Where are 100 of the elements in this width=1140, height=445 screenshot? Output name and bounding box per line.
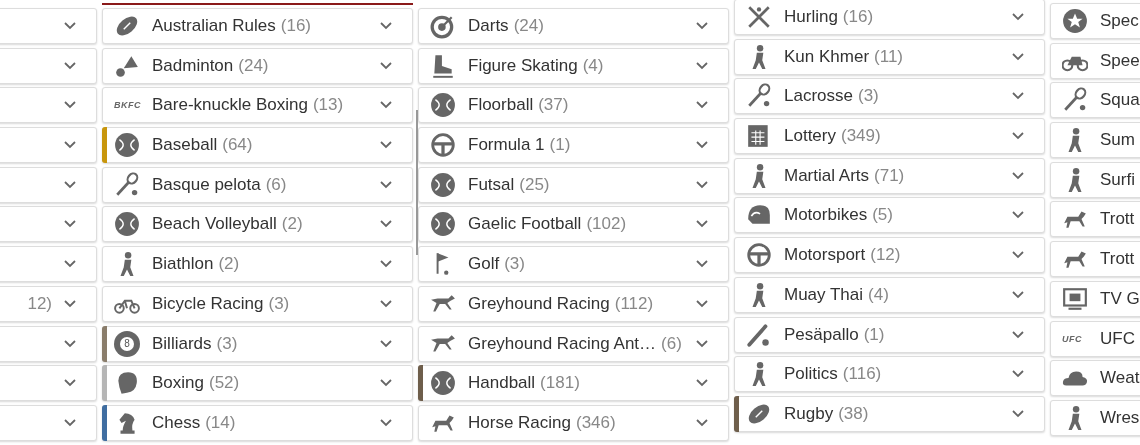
sport-row[interactable]: Futsal (25): [418, 166, 729, 203]
event-count: (3): [216, 333, 238, 354]
sport-row[interactable]: Pesäpallo (1): [734, 316, 1045, 353]
sport-name: Spec: [1100, 11, 1139, 31]
sport-row[interactable]: Formula 1 (1): [418, 127, 729, 164]
sport-name: Golf: [468, 254, 500, 275]
sport-name: Motorsport: [784, 245, 866, 266]
sport-name: Hurling: [784, 7, 838, 27]
sport-name: Muay Thai: [784, 284, 864, 305]
sport-row[interactable]: Weat: [1050, 360, 1140, 397]
sport-name: Biathlon: [152, 254, 214, 275]
sport-row[interactable]: Politics (116): [734, 356, 1045, 393]
sport-name: Spee: [1100, 50, 1140, 71]
sport-row[interactable]: 12): [0, 285, 97, 322]
sport-name: Lottery: [784, 126, 836, 147]
sport-name: Boxing: [152, 373, 204, 394]
sport-row[interactable]: Golf (3): [418, 246, 729, 283]
sport-row[interactable]: Biathlon (2): [102, 246, 413, 283]
sport-name: Rugby: [784, 403, 834, 424]
sport-row[interactable]: Boxing (52): [102, 365, 413, 402]
sport-row[interactable]: Hurling (16): [734, 0, 1045, 35]
sport-name: Kun Khmer: [784, 46, 870, 67]
sport-row[interactable]: Floorball (37): [418, 87, 729, 124]
event-count: (3): [858, 86, 879, 107]
sport-name: Darts: [468, 16, 509, 36]
event-count: (112): [614, 293, 654, 314]
sport-row[interactable]: BKFC Bare-knuckle Boxing (13): [102, 87, 413, 124]
sport-name: Futsal: [468, 174, 515, 195]
event-count: (3): [268, 293, 290, 314]
sport-name: Sum: [1100, 130, 1135, 151]
event-count: (12): [870, 245, 901, 266]
sport-row[interactable]: Kun Khmer (11): [734, 38, 1045, 75]
sport-row[interactable]: Horse Racing (346): [418, 404, 729, 441]
sport-row[interactable]: Spee: [1050, 42, 1140, 79]
sport-name: Trott: [1100, 249, 1135, 270]
sport-row[interactable]: Greyhound Racing Ant… (6): [418, 325, 729, 362]
sport-row[interactable]: Muay Thai (4): [734, 276, 1045, 313]
sport-name: Handball: [468, 373, 536, 394]
sport-row[interactable]: 8 Billiards (3): [102, 325, 413, 362]
event-count: (181): [540, 373, 580, 394]
sport-row[interactable]: Lottery (349): [734, 118, 1045, 155]
sport-row[interactable]: Australian Rules (16): [102, 8, 413, 44]
sport-row[interactable]: Chess (14): [102, 404, 413, 441]
event-count: (2): [281, 214, 303, 235]
event-count: (349): [841, 126, 881, 147]
event-count: (25): [519, 174, 550, 195]
sport-row[interactable]: Spec: [1050, 3, 1140, 39]
sport-name: Horse Racing: [468, 412, 571, 433]
event-count: (14): [205, 412, 236, 433]
event-count: (16): [280, 16, 311, 36]
event-count: (64): [222, 135, 253, 156]
sport-name: Lacrosse: [784, 86, 853, 107]
sport-name: Greyhound Racing: [468, 293, 610, 314]
event-count: (4): [582, 55, 604, 76]
sport-name: Pesäpallo: [784, 324, 859, 345]
sport-row[interactable]: Trott: [1050, 241, 1140, 278]
sport-name: Motorbikes: [784, 205, 868, 226]
event-count: (16): [842, 7, 874, 27]
event-count: (4): [868, 284, 889, 305]
sport-row[interactable]: Rugby (38): [734, 395, 1045, 432]
sport-name: Floorball: [468, 95, 534, 116]
sport-row[interactable]: TV G: [1050, 280, 1140, 317]
sport-row[interactable]: Handball (181): [418, 365, 729, 402]
sport-row[interactable]: Beach Volleyball (2): [102, 206, 413, 243]
sport-name: Billiards: [152, 333, 212, 354]
sport-row[interactable]: Sum: [1050, 122, 1140, 159]
sport-row[interactable]: Basque pelota (6): [102, 166, 413, 203]
sport-row[interactable]: Figure Skating (4): [418, 47, 729, 84]
sport-row[interactable]: Bicycle Racing (3): [102, 285, 413, 322]
event-count: (13): [312, 95, 344, 116]
sport-row[interactable]: Motorsport (12): [734, 237, 1045, 274]
event-count: (6): [265, 174, 287, 195]
logo-text: BKFC: [114, 100, 142, 111]
event-count: (11): [874, 46, 904, 67]
sport-name: Baseball: [152, 135, 218, 156]
sport-name: UFC: [1100, 328, 1135, 349]
sport-row[interactable]: Squa: [1050, 82, 1140, 119]
sport-row[interactable]: Badminton (24): [102, 47, 413, 84]
event-count: 12): [27, 293, 52, 314]
sport-row[interactable]: Motorbikes (5): [734, 197, 1045, 234]
sport-name: Badminton: [152, 55, 234, 76]
eight-ball-icon: 8: [114, 330, 140, 357]
sport-row[interactable]: Surfi: [1050, 161, 1140, 198]
sport-name: Beach Volleyball: [152, 214, 277, 235]
event-count: (116): [842, 364, 882, 385]
sport-row[interactable]: UFC UFC: [1050, 320, 1140, 357]
sport-row[interactable]: Martial Arts (71): [734, 157, 1045, 194]
sport-name: Bare-knuckle Boxing: [152, 95, 308, 116]
sport-row[interactable]: Greyhound Racing (112): [418, 285, 729, 322]
sport-row[interactable]: Darts (24): [418, 8, 729, 44]
sport-name: Gaelic Football: [468, 214, 582, 235]
sport-row[interactable]: Wres: [1050, 399, 1140, 436]
event-count: (37): [538, 95, 569, 116]
sport-row[interactable]: Trott: [1050, 201, 1140, 238]
event-count: (24): [513, 16, 544, 36]
sport-row[interactable]: Gaelic Football (102): [418, 206, 729, 243]
event-count: (2): [218, 254, 240, 275]
sport-row[interactable]: Baseball (64): [102, 127, 413, 164]
sport-name: Trott: [1100, 209, 1135, 230]
sport-row[interactable]: Lacrosse (3): [734, 78, 1045, 115]
